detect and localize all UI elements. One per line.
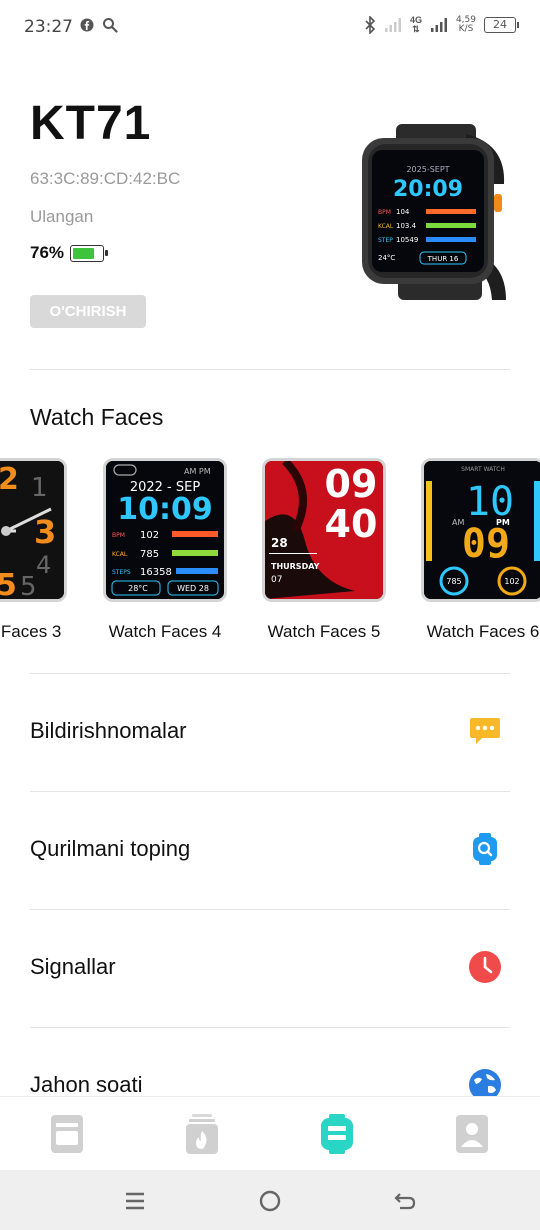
watch-face-label: Watch Faces 3 (0, 622, 62, 641)
svg-text:16358: 16358 (140, 567, 172, 578)
svg-text:3: 3 (34, 513, 56, 551)
menu-find-device[interactable]: Qurilmani toping (30, 792, 510, 910)
search-icon (103, 18, 118, 33)
svg-text:10549: 10549 (396, 236, 418, 244)
menu-label: Qurilmani toping (30, 836, 191, 861)
svg-text:KCAL: KCAL (112, 551, 128, 558)
profile-icon[interactable] (454, 1113, 490, 1155)
svg-text:5: 5 (20, 572, 37, 599)
watch-date: 2025-SEPT (406, 165, 449, 174)
svg-text:102: 102 (140, 530, 159, 541)
svg-text:09: 09 (325, 462, 378, 506)
system-navigation-bar (0, 1170, 540, 1230)
svg-text:WED 28: WED 28 (177, 584, 209, 593)
svg-text:STEP: STEP (378, 237, 393, 244)
svg-text:24°C: 24°C (378, 254, 395, 262)
svg-text:103.4: 103.4 (396, 222, 417, 230)
facebook-icon (80, 18, 94, 32)
dashboard-icon[interactable] (49, 1113, 85, 1155)
menu-notifications[interactable]: Bildirishnomalar (30, 674, 510, 792)
network-type: 4G ⇅ (409, 15, 422, 34)
chat-bubble-icon (470, 718, 500, 744)
status-battery: 24 (484, 17, 519, 33)
workout-icon[interactable] (184, 1113, 220, 1155)
watch-face-6[interactable]: SMART WATCH 10 AM PM 09 785 102 Watch Fa… (421, 458, 540, 642)
status-time: 23:27 (24, 17, 73, 37)
home-circle-icon[interactable] (257, 1188, 283, 1214)
battery-icon (70, 244, 109, 262)
divider (30, 369, 510, 370)
svg-text:THURSDAY: THURSDAY (271, 562, 320, 571)
svg-text:BPM: BPM (112, 532, 125, 539)
svg-text:5: 5 (0, 568, 17, 599)
svg-text:40: 40 (325, 502, 378, 546)
svg-text:28°C: 28°C (128, 584, 148, 593)
svg-text:10:09: 10:09 (117, 492, 213, 527)
alarm-clock-icon (469, 951, 501, 983)
watch-face-thumbnail: AM PM 2022 - SEP 10:09 BPM 102 KCAL 785 … (103, 458, 227, 602)
menu-alarms[interactable]: Signallar (30, 910, 510, 1028)
watch-face-label: Watch Faces 4 (108, 622, 222, 641)
watch-time: 20:09 (393, 177, 463, 202)
back-arrow-icon[interactable] (392, 1188, 418, 1214)
network-speed: 4,59 K/S (455, 15, 476, 34)
menu-label: Bildirishnomalar (30, 718, 187, 743)
unpair-button[interactable]: O'CHIRISH (30, 295, 146, 328)
watch-face-5[interactable]: 09 40 28 THURSDAY 07 Watch Faces 5 (262, 458, 386, 642)
signal-strength-icon (430, 18, 447, 32)
svg-text:104: 104 (396, 208, 410, 216)
watch-face-thumbnail: SMART WATCH 10 AM PM 09 785 102 (421, 458, 540, 602)
svg-text:09: 09 (462, 521, 510, 567)
svg-text:07: 07 (271, 575, 282, 585)
svg-text:4: 4 (36, 551, 51, 579)
connection-status: Ulangan (30, 207, 94, 226)
svg-text:102: 102 (504, 577, 519, 586)
bluetooth-icon (365, 16, 376, 34)
menu-label: Signallar (30, 954, 116, 979)
device-name: KT71 (30, 97, 152, 150)
recents-menu-icon[interactable] (122, 1188, 148, 1214)
device-icon[interactable] (319, 1113, 355, 1155)
svg-text:BPM: BPM (378, 209, 391, 216)
find-watch-icon (473, 833, 497, 865)
watch-face-3[interactable]: 2 1 3 4 5 5 Watch Faces 3 (0, 458, 67, 642)
watch-face-label: Watch Faces 6 (426, 622, 540, 641)
device-mac-address: 63:3C:89:CD:42:BC (30, 169, 181, 188)
svg-text:STEPS: STEPS (112, 569, 131, 576)
svg-text:2: 2 (0, 462, 19, 497)
watch-face-thumbnail: 2 1 3 4 5 5 (0, 458, 67, 602)
status-bar: 23:27 4G ⇅ 4,59 K/S 24 (0, 0, 540, 54)
device-battery: 76% (30, 243, 109, 263)
svg-text:KCAL: KCAL (378, 223, 394, 230)
svg-text:AM PM: AM PM (184, 467, 211, 476)
watch-faces-carousel[interactable]: 2 1 3 4 5 5 Watch Faces 3 AM PM 2022 - S… (0, 458, 540, 648)
svg-text:785: 785 (140, 549, 159, 560)
bottom-navigation (0, 1096, 540, 1170)
watch-face-label: Watch Faces 5 (267, 622, 381, 641)
signal-icon (384, 18, 401, 32)
svg-text:THUR 16: THUR 16 (427, 255, 459, 263)
watch-faces-title: Watch Faces (30, 404, 164, 430)
watch-face-thumbnail: 09 40 28 THURSDAY 07 (262, 458, 386, 602)
svg-text:SMART WATCH: SMART WATCH (461, 466, 505, 473)
menu-label: Jahon soati (30, 1072, 143, 1097)
battery-percent: 76% (30, 243, 65, 262)
svg-text:785: 785 (446, 577, 461, 586)
svg-text:28: 28 (271, 536, 288, 550)
watch-face-4[interactable]: AM PM 2022 - SEP 10:09 BPM 102 KCAL 785 … (103, 458, 227, 642)
watch-image: 2025-SEPT 20:09 BPM 104 KCAL 103.4 STEP … (362, 124, 506, 300)
svg-text:1: 1 (31, 473, 48, 503)
